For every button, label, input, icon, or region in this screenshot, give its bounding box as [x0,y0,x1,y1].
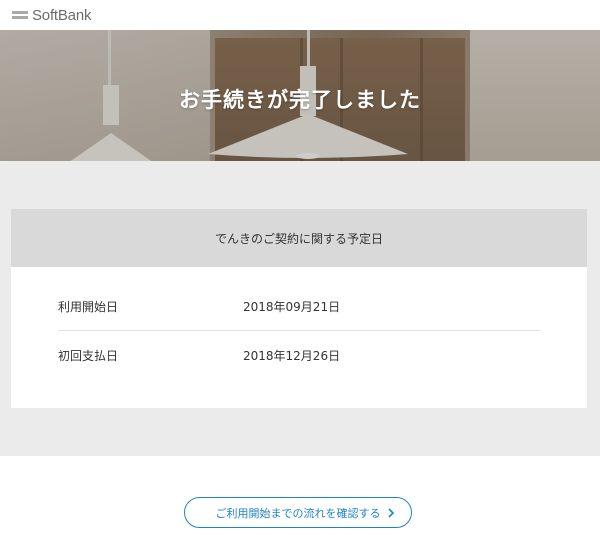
site-header: SoftBank [0,0,600,30]
schedule-card: でんきのご契約に関する予定日 利用開始日 2018年09月21日 初回支払日 2… [11,209,587,408]
hero-banner: お手続きが完了しました [0,30,600,161]
schedule-card-heading: でんきのご契約に関する予定日 [11,209,587,267]
table-row: 利用開始日 2018年09月21日 [58,283,540,331]
logo-bars-icon [12,10,28,20]
start-date-value: 2018年09月21日 [243,300,341,314]
first-payment-value: 2018年12月26日 [243,348,341,363]
table-row: 初回支払日 2018年12月26日 [58,331,540,379]
chevron-right-icon [388,508,395,518]
check-flow-button[interactable]: ご利用開始までの流れを確認する [184,497,412,528]
logo-text: SoftBank [32,6,92,24]
content-section: でんきのご契約に関する予定日 利用開始日 2018年09月21日 初回支払日 2… [0,161,600,456]
first-payment-label: 初回支払日 [58,348,119,363]
softbank-logo[interactable]: SoftBank [12,4,91,26]
check-flow-button-label: ご利用開始までの流れを確認する [215,506,381,520]
start-date-label: 利用開始日 [58,300,119,314]
page-title: お手続きが完了しました [179,88,421,112]
bottom-section: ご利用開始までの流れを確認する [0,456,600,535]
